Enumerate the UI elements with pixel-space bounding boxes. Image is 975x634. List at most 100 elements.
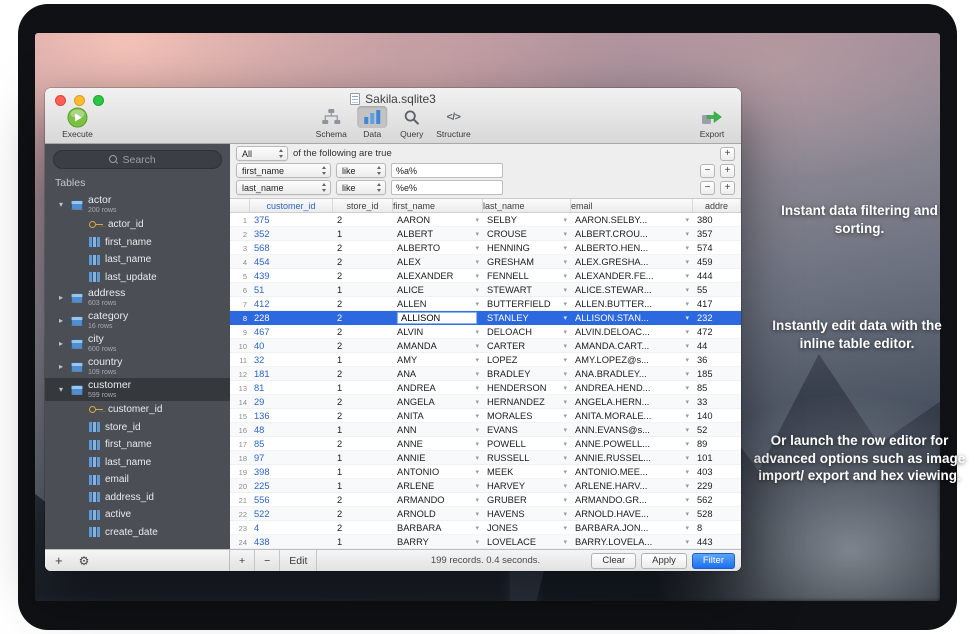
last-name-cell[interactable]: LOPEZ▾ xyxy=(483,353,571,367)
address-id-cell[interactable]: 52 xyxy=(693,423,741,437)
filter-button[interactable]: Filter xyxy=(692,553,735,569)
store-id-cell[interactable]: 1 xyxy=(333,283,393,297)
add-condition-button[interactable]: + xyxy=(720,164,735,178)
sidebar-column-store_id[interactable]: store_id xyxy=(45,419,230,437)
cell-dropdown-icon[interactable]: ▾ xyxy=(563,510,567,518)
first-name-cell[interactable]: ANN▾ xyxy=(393,423,483,437)
customer-id-cell[interactable]: 48 xyxy=(250,423,333,437)
cell-dropdown-icon[interactable]: ▾ xyxy=(475,370,479,378)
execute-button[interactable]: Execute xyxy=(57,106,98,139)
address-id-cell[interactable]: 574 xyxy=(693,241,741,255)
cell-dropdown-icon[interactable]: ▾ xyxy=(685,426,689,434)
table-row[interactable]: 10402AMANDA▾CARTER▾AMANDA.CART...▾44 xyxy=(230,339,741,353)
gear-icon[interactable]: ⚙ xyxy=(79,554,90,568)
last-name-cell[interactable]: LOVELACE▾ xyxy=(483,535,571,549)
filter-operator-select[interactable]: like xyxy=(336,180,386,195)
first-name-cell[interactable]: ALEX▾ xyxy=(393,255,483,269)
address-id-cell[interactable]: 36 xyxy=(693,353,741,367)
customer-id-cell[interactable]: 81 xyxy=(250,381,333,395)
address-id-cell[interactable]: 417 xyxy=(693,297,741,311)
last-name-cell[interactable]: CARTER▾ xyxy=(483,339,571,353)
cell-dropdown-icon[interactable]: ▾ xyxy=(563,440,567,448)
cell-dropdown-icon[interactable]: ▾ xyxy=(475,468,479,476)
last-name-cell[interactable]: STEWART▾ xyxy=(483,283,571,297)
sidebar-table-customer[interactable]: ▾customer599 rows xyxy=(45,378,230,401)
chevron-down-icon[interactable]: ▾ xyxy=(59,385,71,394)
customer-id-cell[interactable]: 4 xyxy=(250,521,333,535)
customer-id-cell[interactable]: 352 xyxy=(250,227,333,241)
store-id-cell[interactable]: 2 xyxy=(333,493,393,507)
filter-field-select[interactable]: first_name xyxy=(236,163,331,178)
address-id-cell[interactable]: 443 xyxy=(693,535,741,549)
table-row[interactable]: 225222ARNOLD▾HAVENS▾ARNOLD.HAVE...▾528 xyxy=(230,507,741,521)
customer-id-cell[interactable]: 29 xyxy=(250,395,333,409)
remove-condition-button[interactable]: − xyxy=(700,164,715,178)
last-name-cell[interactable]: HENDERSON▾ xyxy=(483,381,571,395)
email-cell[interactable]: ANITA.MORALE...▾ xyxy=(571,409,693,423)
table-row[interactable]: 215562ARMANDO▾GRUBER▾ARMANDO.GR...▾562 xyxy=(230,493,741,507)
first-name-cell[interactable]: ALLEN▾ xyxy=(393,297,483,311)
last-name-cell[interactable]: HERNANDEZ▾ xyxy=(483,395,571,409)
store-id-cell[interactable]: 2 xyxy=(333,241,393,255)
customer-id-cell[interactable]: 467 xyxy=(250,325,333,339)
table-row[interactable]: 14292ANGELA▾HERNANDEZ▾ANGELA.HERN...▾33 xyxy=(230,395,741,409)
cell-dropdown-icon[interactable]: ▾ xyxy=(685,216,689,224)
match-mode-select[interactable]: All xyxy=(236,146,288,161)
email-cell[interactable]: ALLISON.STAN...▾ xyxy=(571,311,693,325)
add-filter-button[interactable]: + xyxy=(720,147,735,161)
sidebar-column-last_update[interactable]: last_update xyxy=(45,269,230,287)
email-cell[interactable]: ALEXANDER.FE...▾ xyxy=(571,269,693,283)
last-name-cell[interactable]: HENNING▾ xyxy=(483,241,571,255)
last-name-cell[interactable]: GRUBER▾ xyxy=(483,493,571,507)
table-row[interactable]: 74122ALLEN▾BUTTERFIELD▾ALLEN.BUTTER...▾4… xyxy=(230,297,741,311)
table-row[interactable]: 54392ALEXANDER▾FENNELL▾ALEXANDER.FE...▾4… xyxy=(230,269,741,283)
store-id-cell[interactable]: 2 xyxy=(333,255,393,269)
first-name-cell[interactable]: ALICE▾ xyxy=(393,283,483,297)
address-id-cell[interactable]: 8 xyxy=(693,521,741,535)
add-condition-button[interactable]: + xyxy=(720,181,735,195)
chevron-right-icon[interactable]: ▸ xyxy=(59,362,71,371)
filter-field-select[interactable]: last_name xyxy=(236,180,331,195)
customer-id-cell[interactable]: 454 xyxy=(250,255,333,269)
last-name-cell[interactable]: SELBY▾ xyxy=(483,213,571,227)
customer-id-cell[interactable]: 398 xyxy=(250,465,333,479)
store-id-cell[interactable]: 2 xyxy=(333,325,393,339)
apply-button[interactable]: Apply xyxy=(641,553,687,569)
add-row-button[interactable]: + xyxy=(230,550,255,571)
email-cell[interactable]: ALVIN.DELOAC...▾ xyxy=(571,325,693,339)
cell-dropdown-icon[interactable]: ▾ xyxy=(563,244,567,252)
query-button[interactable]: Query xyxy=(393,106,430,139)
address-id-cell[interactable]: 444 xyxy=(693,269,741,283)
cell-dropdown-icon[interactable]: ▾ xyxy=(475,286,479,294)
cell-dropdown-icon[interactable]: ▾ xyxy=(563,314,567,322)
email-cell[interactable]: ANTONIO.MEE...▾ xyxy=(571,465,693,479)
search-input[interactable] xyxy=(123,154,167,166)
sidebar-column-active[interactable]: active xyxy=(45,506,230,524)
cell-dropdown-icon[interactable]: ▾ xyxy=(475,356,479,364)
cell-dropdown-icon[interactable]: ▾ xyxy=(563,538,567,546)
cell-dropdown-icon[interactable]: ▾ xyxy=(475,272,479,280)
table-row[interactable]: 44542ALEX▾GRESHAM▾ALEX.GRESHA...▾459 xyxy=(230,255,741,269)
cell-dropdown-icon[interactable]: ▾ xyxy=(563,426,567,434)
sidebar-column-first_name[interactable]: first_name xyxy=(45,436,230,454)
sidebar-table-category[interactable]: ▸category16 rows xyxy=(45,309,230,332)
remove-row-button[interactable]: − xyxy=(255,550,280,571)
export-button[interactable]: Export xyxy=(691,106,733,139)
cell-dropdown-icon[interactable]: ▾ xyxy=(563,356,567,364)
store-id-cell[interactable]: 2 xyxy=(333,521,393,535)
first-name-cell[interactable]: ALLISON xyxy=(393,311,483,325)
table-row[interactable]: 17852ANNE▾POWELL▾ANNE.POWELL...▾89 xyxy=(230,437,741,451)
cell-dropdown-icon[interactable]: ▾ xyxy=(475,496,479,504)
store-id-cell[interactable]: 2 xyxy=(333,437,393,451)
cell-dropdown-icon[interactable]: ▾ xyxy=(563,412,567,420)
address-id-cell[interactable]: 403 xyxy=(693,465,741,479)
email-cell[interactable]: AMY.LOPEZ@s...▾ xyxy=(571,353,693,367)
email-cell[interactable]: ALEX.GRESHA...▾ xyxy=(571,255,693,269)
address-id-cell[interactable]: 140 xyxy=(693,409,741,423)
cell-dropdown-icon[interactable]: ▾ xyxy=(475,244,479,252)
cell-dropdown-icon[interactable]: ▾ xyxy=(475,538,479,546)
cell-dropdown-icon[interactable]: ▾ xyxy=(475,384,479,392)
store-id-cell[interactable]: 2 xyxy=(333,409,393,423)
cell-dropdown-icon[interactable]: ▾ xyxy=(685,342,689,350)
sidebar-column-last_name[interactable]: last_name xyxy=(45,454,230,472)
